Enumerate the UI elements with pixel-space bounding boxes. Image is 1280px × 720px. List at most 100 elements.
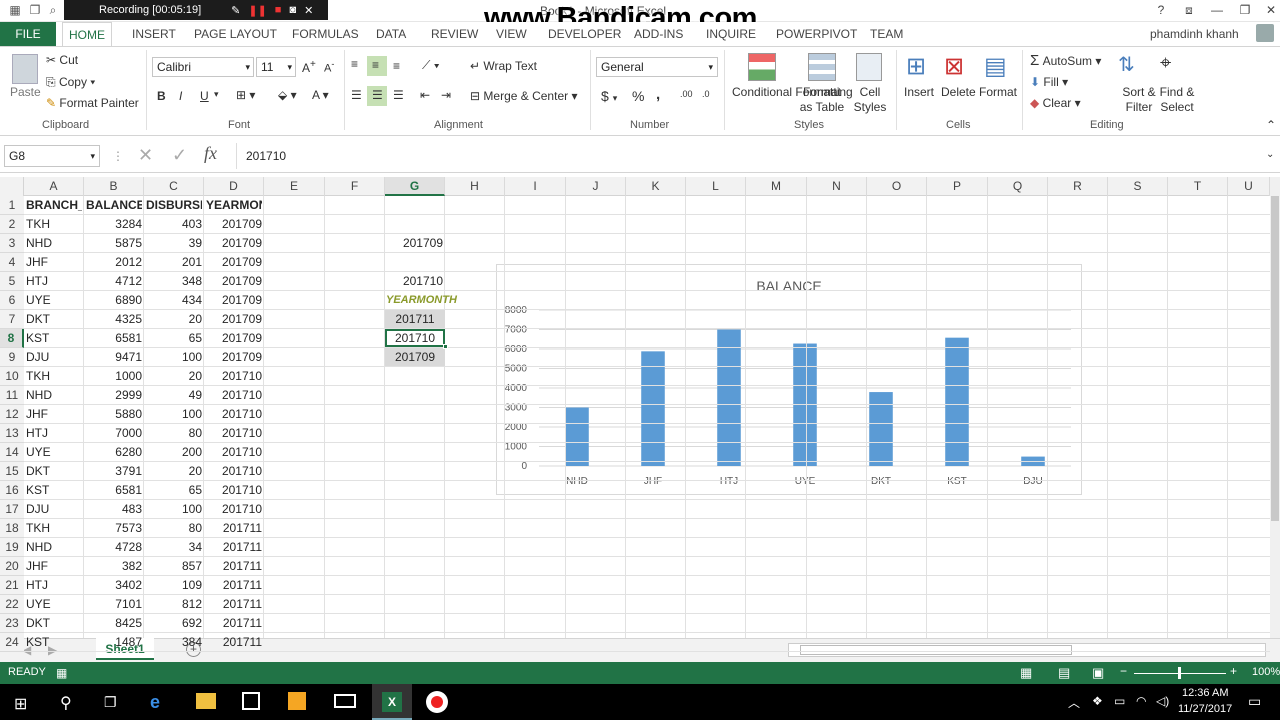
zoom-level[interactable]: 100% — [1252, 666, 1280, 678]
fill-button[interactable]: ⬇ Fill ▾ — [1030, 75, 1068, 89]
cell-d4[interactable]: 201709 — [206, 253, 262, 272]
column-header-a[interactable]: A — [24, 177, 84, 196]
minimize-icon[interactable]: — — [1208, 3, 1226, 17]
cell-d1[interactable]: YEARMONTH — [206, 196, 262, 215]
tab-formulas[interactable]: FORMULAS — [292, 27, 359, 41]
row-header-7[interactable]: 7 — [0, 310, 24, 329]
cell-a19[interactable]: NHD — [26, 538, 82, 557]
row-header-14[interactable]: 14 — [0, 443, 24, 462]
cell-a20[interactable]: JHF — [26, 557, 82, 576]
cell-b19[interactable]: 4728 — [86, 538, 142, 557]
insert-function-icon[interactable]: fx — [204, 143, 217, 164]
column-header-u[interactable]: U — [1228, 177, 1270, 196]
cell-a6[interactable]: UYE — [26, 291, 82, 310]
row-header-12[interactable]: 12 — [0, 405, 24, 424]
column-header-p[interactable]: P — [927, 177, 988, 196]
cell-a23[interactable]: DKT — [26, 614, 82, 633]
row-header-3[interactable]: 3 — [0, 234, 24, 253]
cell-a8[interactable]: KST — [26, 329, 82, 348]
font-color-icon[interactable]: A ▾ — [312, 88, 329, 102]
column-header-r[interactable]: R — [1048, 177, 1108, 196]
clear-button[interactable]: ◆ Clear ▾ — [1030, 96, 1081, 110]
grow-font-icon[interactable]: A+ — [302, 59, 316, 75]
cell-c10[interactable]: 20 — [146, 367, 202, 386]
cell-b11[interactable]: 2999 — [86, 386, 142, 405]
fill-handle[interactable] — [443, 344, 448, 349]
cell-a7[interactable]: DKT — [26, 310, 82, 329]
cell-c20[interactable]: 857 — [146, 557, 202, 576]
underline-dropdown-icon[interactable]: ▾ — [214, 89, 219, 100]
row-header-19[interactable]: 19 — [0, 538, 24, 557]
bold-button[interactable]: B — [157, 89, 166, 103]
cell-d5[interactable]: 201709 — [206, 272, 262, 291]
bar-htj[interactable] — [717, 329, 741, 467]
maximize-icon[interactable]: ❐ — [1236, 3, 1254, 17]
wrap-text-button[interactable]: ↵ Wrap Text — [470, 59, 537, 73]
column-header-g[interactable]: G — [385, 177, 445, 196]
cell-c17[interactable]: 100 — [146, 500, 202, 519]
row-header-9[interactable]: 9 — [0, 348, 24, 367]
row-header-21[interactable]: 21 — [0, 576, 24, 595]
help-icon[interactable]: ? — [1152, 3, 1170, 17]
cell-d6[interactable]: 201709 — [206, 291, 262, 310]
row-header-4[interactable]: 4 — [0, 253, 24, 272]
cell-a15[interactable]: DKT — [26, 462, 82, 481]
column-header-d[interactable]: D — [204, 177, 264, 196]
cell-c4[interactable]: 201 — [146, 253, 202, 272]
currency-button[interactable]: $ ▾ — [601, 88, 617, 104]
cancel-icon[interactable]: ✕ — [138, 145, 153, 166]
underline-button[interactable]: U — [200, 89, 209, 103]
cell-a17[interactable]: DJU — [26, 500, 82, 519]
cell-d12[interactable]: 201710 — [206, 405, 262, 424]
cell-d10[interactable]: 201710 — [206, 367, 262, 386]
cell-c9[interactable]: 100 — [146, 348, 202, 367]
page-break-view-icon[interactable]: ▣ — [1092, 665, 1104, 681]
right-align-icon[interactable]: ☰ — [393, 88, 404, 102]
tab-powerpivot[interactable]: POWERPIVOT — [776, 27, 857, 41]
bottom-align-icon[interactable]: ≡ — [393, 59, 400, 73]
row-header-24[interactable]: 24 — [0, 633, 24, 652]
tab-team[interactable]: TEAM — [870, 27, 903, 41]
collapse-ribbon-icon[interactable]: ⌃ — [1266, 118, 1276, 132]
formula-input[interactable]: 201710 — [246, 149, 286, 163]
row-header-5[interactable]: 5 — [0, 272, 24, 291]
zoom-out-icon[interactable]: − — [1120, 664, 1127, 678]
cell-b13[interactable]: 7000 — [86, 424, 142, 443]
cell-c19[interactable]: 34 — [146, 538, 202, 557]
name-box[interactable]: G8 ▾ — [4, 145, 100, 167]
font-size-select[interactable]: 11 ▾ — [256, 57, 296, 77]
tray-chevron-icon[interactable]: ︿ — [1068, 694, 1080, 711]
tab-home[interactable]: HOME — [62, 22, 112, 47]
cell-b9[interactable]: 9471 — [86, 348, 142, 367]
windows-start-icon[interactable]: ⊞ — [14, 694, 27, 714]
cell-b3[interactable]: 5875 — [86, 234, 142, 253]
cell-d15[interactable]: 201710 — [206, 462, 262, 481]
dropbox-icon[interactable]: ❖ — [1092, 694, 1103, 708]
tab-page-layout[interactable]: PAGE LAYOUT — [194, 27, 277, 41]
format-painter-button[interactable]: ✎ Format Painter — [46, 96, 139, 110]
column-header-k[interactable]: K — [626, 177, 686, 196]
cell-a14[interactable]: UYE — [26, 443, 82, 462]
cell-a11[interactable]: NHD — [26, 386, 82, 405]
orientation-icon[interactable]: ⟋ ▾ — [422, 58, 440, 73]
column-header-i[interactable]: I — [505, 177, 566, 196]
cell-c1[interactable]: DISBURSE — [146, 196, 202, 215]
row-header-17[interactable]: 17 — [0, 500, 24, 519]
paste-icon[interactable] — [12, 54, 38, 84]
cell-a24[interactable]: KST — [26, 633, 82, 652]
format-as-table-button[interactable]: Format as Table — [796, 85, 848, 115]
select-all-corner[interactable] — [0, 177, 24, 196]
stop-icon[interactable]: ■ — [275, 4, 282, 16]
task-view-icon[interactable]: ❐ — [104, 694, 117, 711]
bar-kst[interactable] — [945, 337, 969, 466]
close-window-icon[interactable]: ✕ — [1262, 3, 1280, 17]
tab-data[interactable]: DATA — [376, 27, 406, 41]
ribbon-display-icon[interactable]: ⧈ — [1180, 3, 1198, 17]
cell-styles-button[interactable]: Cell Styles — [850, 85, 890, 115]
row-header-1[interactable]: 1 — [0, 196, 24, 215]
cell-b21[interactable]: 3402 — [86, 576, 142, 595]
copy-button[interactable]: ⎘ Copy ▾ — [46, 75, 95, 90]
slicer-item[interactable]: 201710 — [385, 329, 445, 347]
autosum-button[interactable]: Σ AutoSum ▾ — [1030, 52, 1101, 69]
mail-icon[interactable] — [334, 694, 356, 708]
